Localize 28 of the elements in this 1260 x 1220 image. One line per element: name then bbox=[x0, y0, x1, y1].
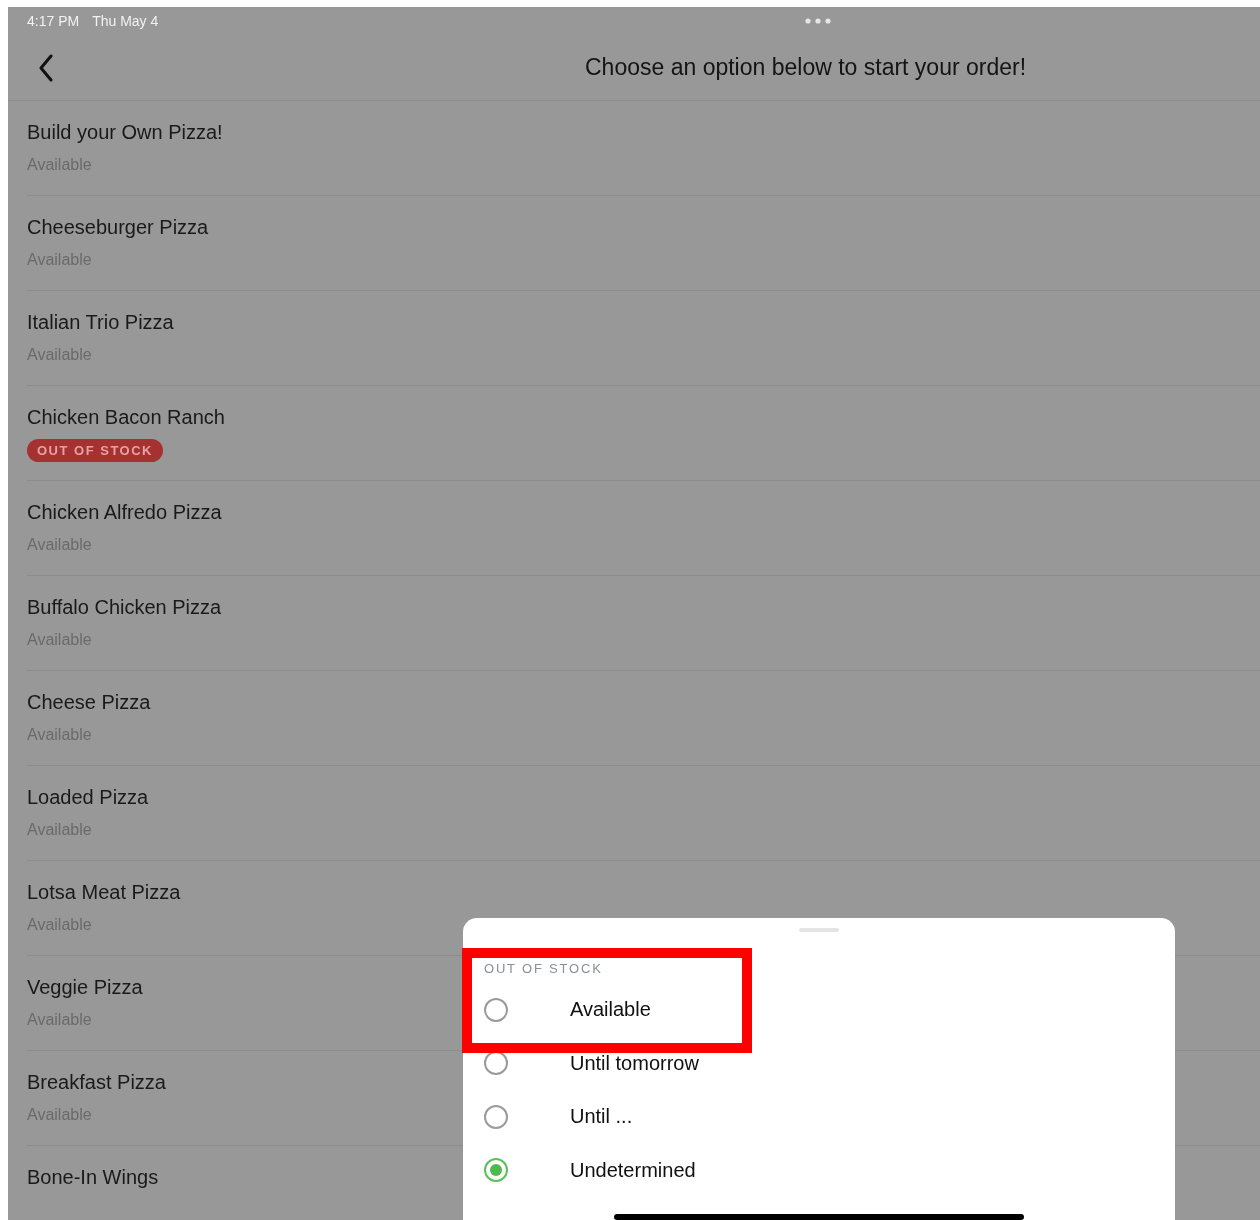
radio-button[interactable] bbox=[484, 1051, 508, 1076]
item-name: Cheese Pizza bbox=[27, 690, 151, 714]
item-name: Loaded Pizza bbox=[27, 785, 149, 809]
status-date: Thu May 4 bbox=[92, 13, 159, 29]
page-title: Choose an option below to start your order! bbox=[585, 54, 1027, 81]
item-name: Build your Own Pizza! bbox=[27, 120, 223, 144]
back-chevron-icon[interactable] bbox=[38, 54, 54, 82]
item-name: Buffalo Chicken Pizza bbox=[27, 595, 222, 619]
radio-option[interactable]: Available bbox=[463, 983, 1175, 1037]
more-dots-icon[interactable] bbox=[805, 18, 831, 24]
item-name: Lotsa Meat Pizza bbox=[27, 880, 181, 904]
item-name: Cheeseburger Pizza bbox=[27, 215, 209, 239]
out-of-stock-badge: OUT OF STOCK bbox=[27, 439, 163, 462]
item-name: Chicken Alfredo Pizza bbox=[27, 500, 222, 524]
radio-button[interactable] bbox=[484, 997, 508, 1022]
sheet-header: OUT OF STOCK bbox=[484, 961, 604, 978]
radio-button[interactable] bbox=[484, 1158, 508, 1183]
item-name: Chicken Bacon Ranch bbox=[27, 405, 225, 429]
item-name: Italian Trio Pizza bbox=[27, 310, 174, 334]
menu-item[interactable]: Chicken Bacon Ranch OUT OF STOCK bbox=[27, 386, 1260, 481]
radio-option[interactable]: Until tomorrow bbox=[463, 1036, 1175, 1090]
radio-option[interactable]: Until ... bbox=[463, 1090, 1175, 1144]
radio-button[interactable] bbox=[484, 1104, 508, 1129]
item-name: Veggie Pizza bbox=[27, 975, 143, 999]
status-time: 4:17 PM bbox=[27, 13, 80, 29]
item-name: Breakfast Pizza bbox=[27, 1070, 166, 1094]
radio-option[interactable]: Undetermined bbox=[463, 1143, 1175, 1197]
item-name: Bone-In Wings bbox=[27, 1165, 159, 1189]
